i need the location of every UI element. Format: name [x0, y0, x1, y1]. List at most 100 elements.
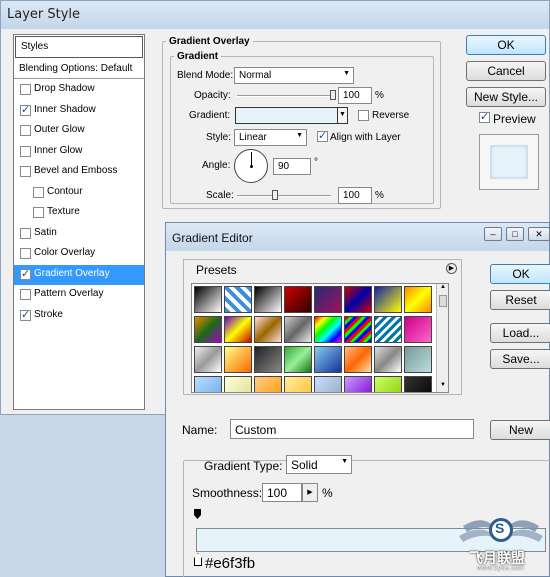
blend-mode-select[interactable]: Normal: [234, 67, 354, 84]
gradient-preset-swatch[interactable]: [404, 316, 432, 343]
gradient-preset-swatch[interactable]: [254, 316, 282, 343]
scale-label: Scale:: [206, 190, 234, 201]
gradient-preset-swatch[interactable]: [224, 316, 252, 343]
gradient-preset-swatch[interactable]: [224, 346, 252, 373]
scale-slider[interactable]: [237, 195, 331, 197]
editor-ok-button[interactable]: OK: [490, 264, 550, 284]
gradient-preset-swatch[interactable]: [254, 376, 282, 392]
gradient-preset-swatch[interactable]: [194, 346, 222, 373]
gradient-preset-swatch[interactable]: [194, 316, 222, 343]
minimize-button[interactable]: –: [484, 227, 502, 241]
gradient-preset-swatch[interactable]: [374, 316, 402, 343]
gradient-preset-swatch[interactable]: [374, 376, 402, 392]
scale-slider-thumb[interactable]: [271, 190, 278, 200]
angle-input[interactable]: 90: [273, 158, 311, 175]
style-item-texture[interactable]: Texture: [14, 203, 144, 223]
preview-box: [479, 134, 539, 190]
gradient-preset-swatch[interactable]: [344, 376, 372, 392]
style-item-stroke[interactable]: Stroke: [14, 306, 144, 326]
preview-checkbox[interactable]: [479, 110, 490, 123]
editor-save-button[interactable]: Save...: [490, 349, 550, 369]
style-item-checkbox[interactable]: [20, 84, 31, 95]
gradient-preview-swatch[interactable]: [235, 107, 347, 124]
gradient-preset-swatch[interactable]: [284, 346, 312, 373]
opacity-slider-thumb[interactable]: [330, 90, 336, 100]
style-item-bevel-and-emboss[interactable]: Bevel and Emboss: [14, 162, 144, 182]
style-item-inner-glow[interactable]: Inner Glow: [14, 142, 144, 162]
align-with-layer-checkbox[interactable]: [317, 129, 328, 142]
style-item-checkbox[interactable]: [20, 248, 31, 259]
style-item-pattern-overlay[interactable]: Pattern Overlay: [14, 285, 144, 305]
style-item-satin[interactable]: Satin: [14, 224, 144, 244]
gradient-preset-swatch[interactable]: [284, 286, 312, 313]
gradient-type-select[interactable]: Solid: [286, 455, 352, 474]
opacity-slider[interactable]: [237, 95, 333, 97]
reverse-checkbox[interactable]: [358, 110, 369, 121]
style-item-checkbox[interactable]: [20, 289, 31, 300]
blending-options-item[interactable]: Blending Options: Default: [14, 59, 144, 79]
editor-reset-button[interactable]: Reset: [490, 290, 550, 310]
cancel-button[interactable]: Cancel: [466, 61, 546, 81]
style-item-drop-shadow[interactable]: Drop Shadow: [14, 80, 144, 100]
gradient-preset-swatch[interactable]: [344, 286, 372, 313]
style-item-checkbox[interactable]: [33, 207, 44, 218]
gradient-preset-swatch[interactable]: [404, 376, 432, 392]
styles-header[interactable]: Styles: [15, 36, 143, 58]
gradient-preset-swatch[interactable]: [224, 286, 252, 313]
style-item-inner-shadow[interactable]: Inner Shadow: [14, 101, 144, 121]
smoothness-arrow-icon[interactable]: ▶: [302, 483, 318, 502]
gradient-preset-swatch[interactable]: [374, 346, 402, 373]
gradient-preset-swatch[interactable]: [344, 346, 372, 373]
name-input[interactable]: Custom: [230, 419, 474, 439]
gradient-preset-swatch[interactable]: [374, 286, 402, 313]
gradient-preset-swatch[interactable]: [194, 286, 222, 313]
gradient-preset-swatch[interactable]: [194, 376, 222, 392]
style-item-checkbox[interactable]: [20, 103, 31, 116]
style-item-contour[interactable]: Contour: [14, 183, 144, 203]
style-item-color-overlay[interactable]: Color Overlay: [14, 244, 144, 264]
new-gradient-button[interactable]: New: [490, 420, 550, 440]
presets-scrollbar[interactable]: ▲ ▼: [436, 284, 448, 392]
gradient-preset-swatch[interactable]: [404, 286, 432, 313]
style-item-checkbox[interactable]: [20, 267, 31, 280]
gradient-preset-swatch[interactable]: [404, 346, 432, 373]
close-button[interactable]: ✕: [528, 227, 550, 241]
angle-unit: °: [314, 157, 318, 168]
new-style-button[interactable]: New Style...: [466, 87, 546, 107]
style-item-label: Inner Glow: [34, 144, 83, 156]
style-item-checkbox[interactable]: [20, 308, 31, 321]
scale-input[interactable]: 100: [338, 187, 372, 204]
presets-menu-icon[interactable]: ▶: [446, 263, 457, 274]
smoothness-input[interactable]: 100: [262, 483, 302, 502]
gradient-preset-swatch[interactable]: [254, 286, 282, 313]
style-item-label: Pattern Overlay: [34, 288, 104, 299]
gradient-preset-swatch[interactable]: [284, 376, 312, 392]
gradient-preset-swatch[interactable]: [314, 286, 342, 313]
gradient-preset-swatch[interactable]: [344, 316, 372, 343]
editor-load-button[interactable]: Load...: [490, 323, 550, 343]
style-item-gradient-overlay[interactable]: Gradient Overlay: [14, 264, 144, 285]
gradient-preset-swatch[interactable]: [314, 316, 342, 343]
gradient-type-label: Gradient Type:: [204, 459, 283, 473]
gradient-preset-swatch[interactable]: [284, 316, 312, 343]
style-item-checkbox[interactable]: [20, 227, 31, 239]
opacity-input[interactable]: 100: [338, 87, 372, 104]
maximize-button[interactable]: □: [506, 227, 524, 241]
style-item-checkbox[interactable]: [20, 125, 31, 136]
angle-dial[interactable]: [234, 149, 268, 183]
layer-style-title: Layer Style: [1, 1, 549, 29]
style-item-checkbox[interactable]: [33, 186, 44, 198]
gradient-dropdown-icon[interactable]: ▼: [337, 107, 348, 124]
gradient-preset-swatch[interactable]: [314, 346, 342, 373]
ok-button[interactable]: OK: [466, 35, 546, 55]
style-item-label: Contour: [47, 185, 83, 197]
style-item-label: Bevel and Emboss: [34, 165, 118, 176]
style-item-checkbox[interactable]: [20, 145, 31, 157]
style-item-outer-glow[interactable]: Outer Glow: [14, 121, 144, 141]
style-item-label: Gradient Overlay: [34, 267, 110, 279]
gradient-preset-swatch[interactable]: [254, 346, 282, 373]
gradient-preset-swatch[interactable]: [224, 376, 252, 392]
style-select[interactable]: Linear: [234, 129, 307, 146]
gradient-preset-swatch[interactable]: [314, 376, 342, 392]
style-item-checkbox[interactable]: [20, 166, 31, 177]
